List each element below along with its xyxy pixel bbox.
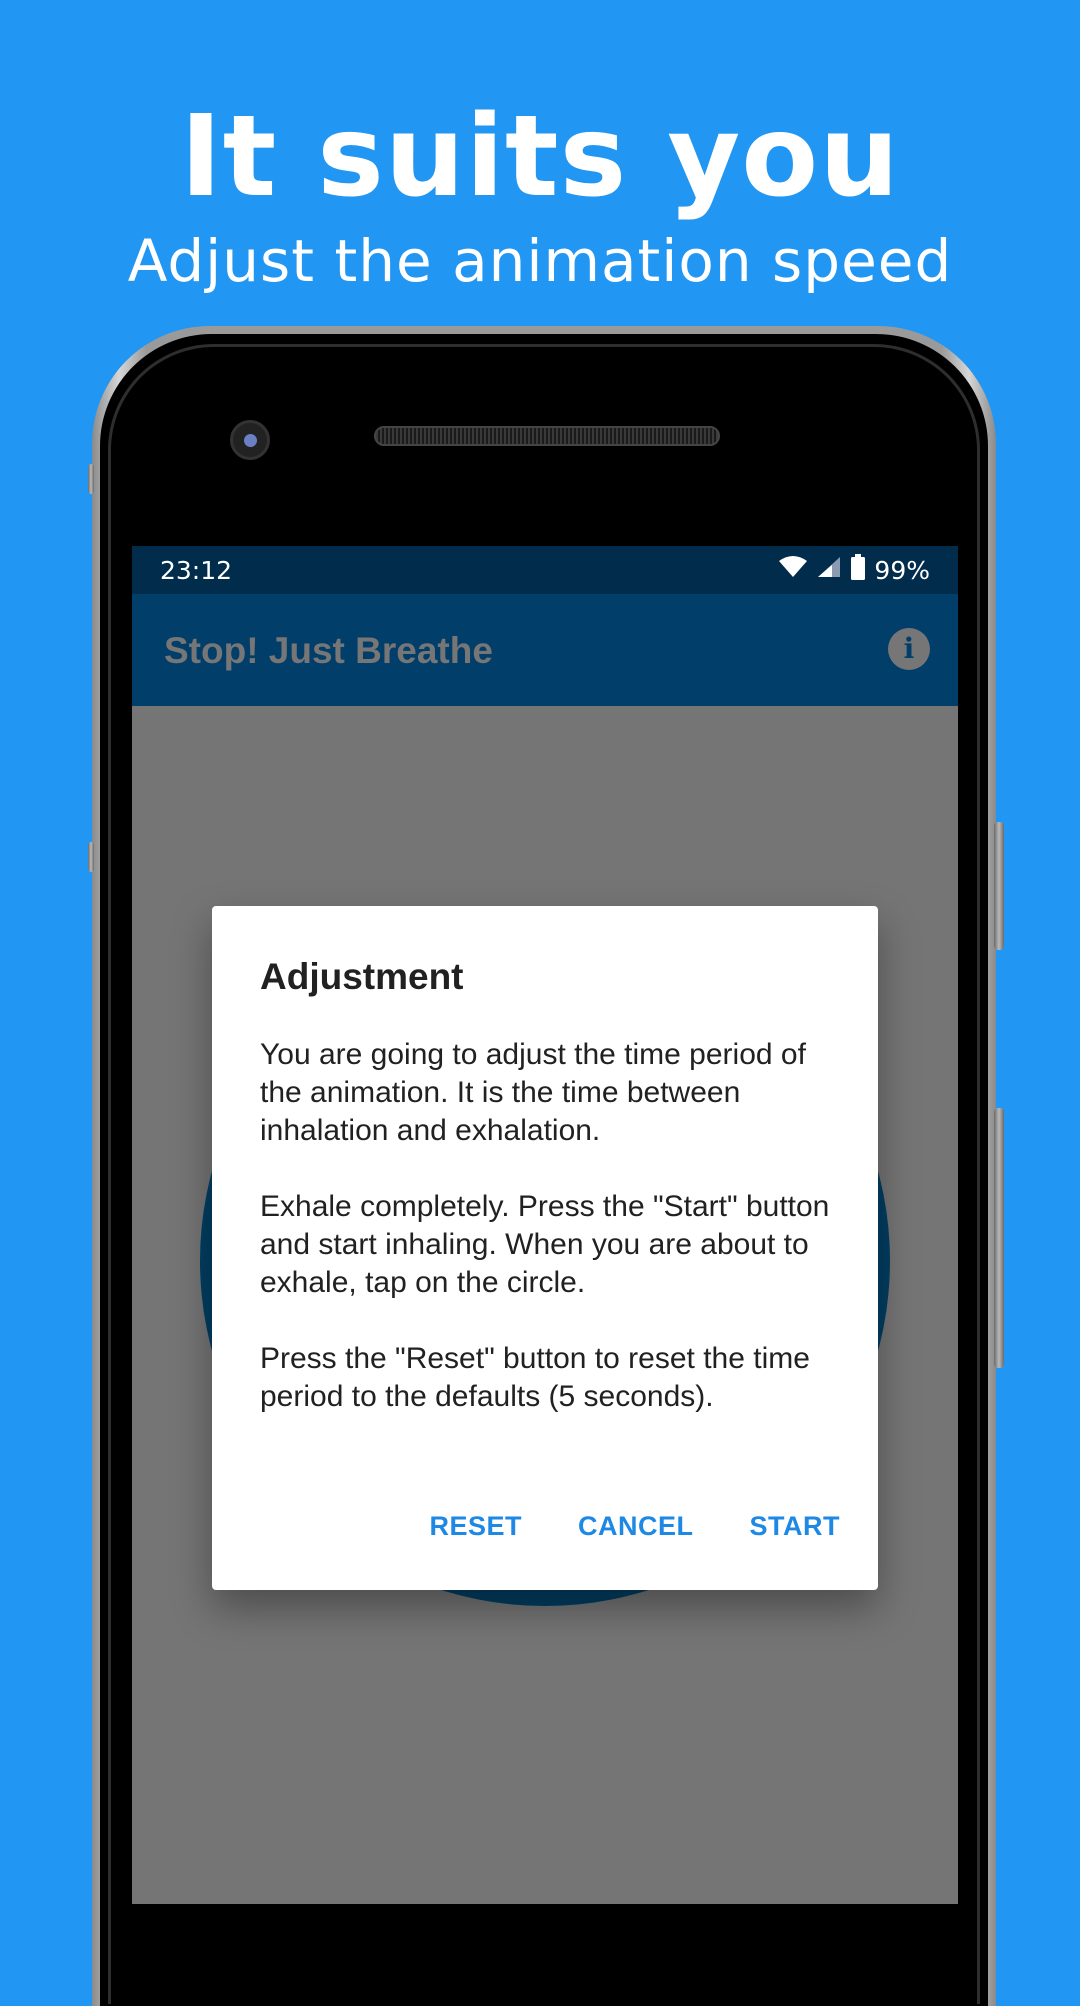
front-camera-icon [230,420,270,460]
power-button [994,822,1004,950]
promo-title: It suits you [180,92,900,222]
dialog-body: You are going to adjust the time period … [260,1036,840,1454]
dialog-paragraph: Press the "Reset" button to reset the ti… [260,1342,810,1413]
dialog-actions: RESET CANCEL START [429,1511,840,1542]
signal-icon [816,555,842,585]
status-bar: 23:12 99% [132,546,958,594]
status-icons: 99% [778,554,930,586]
adjustment-dialog: Adjustment You are going to adjust the t… [212,906,878,1590]
app-title: Stop! Just Breathe [164,630,493,671]
phone-screen: 23:12 99% Stop! Just Breathe i Adjustmen… [132,546,958,1904]
reset-button[interactable]: RESET [429,1511,522,1542]
status-time: 23:12 [160,556,233,585]
dialog-paragraph: You are going to adjust the time period … [260,1038,806,1147]
battery-icon [850,554,866,586]
app-bar: Stop! Just Breathe i [132,594,958,706]
left-button-lower [88,842,94,872]
wifi-icon [778,555,808,585]
dialog-paragraph: Exhale completely. Press the "Start" but… [260,1190,830,1299]
promo-subtitle: Adjust the animation speed [127,227,953,295]
cancel-button[interactable]: CANCEL [578,1511,694,1542]
left-button [88,464,94,494]
info-icon[interactable]: i [888,628,930,670]
start-button[interactable]: START [750,1511,841,1542]
dialog-title: Adjustment [260,956,464,997]
volume-button [994,1108,1004,1368]
battery-level: 99% [874,555,930,585]
speaker-grille [374,426,720,446]
